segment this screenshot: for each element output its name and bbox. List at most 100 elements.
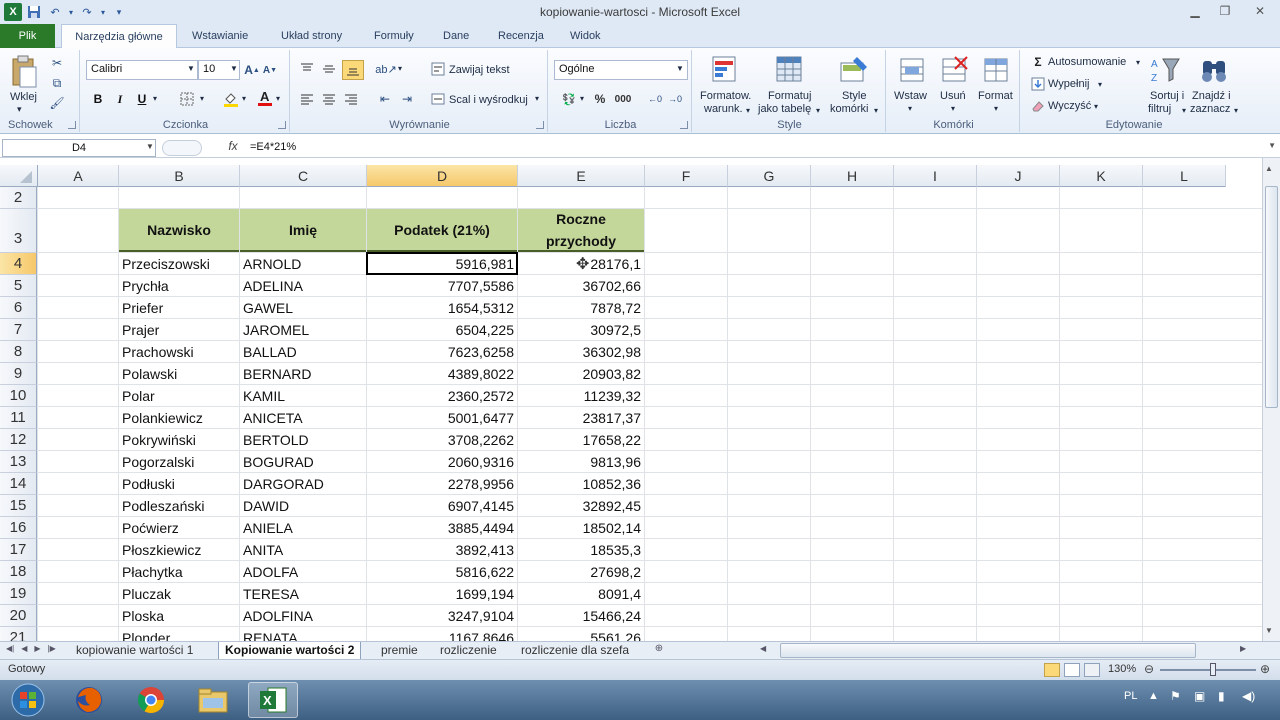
number-format-field[interactable]: Ogólne [554, 60, 688, 80]
cell-e[interactable]: 36702,66 [518, 275, 644, 297]
align-right-icon[interactable] [342, 90, 360, 108]
conditional-formatting-icon[interactable] [710, 54, 742, 86]
cell-c[interactable]: ANIELA [240, 517, 366, 539]
orientation-dropdown-icon[interactable]: ▾ [398, 64, 402, 73]
cell-styles-label-2[interactable]: komórki [830, 103, 869, 115]
cell-d[interactable]: 2278,9956 [367, 473, 517, 495]
cell-b[interactable]: Ploska [119, 605, 239, 627]
cell-b[interactable]: Prajer [119, 319, 239, 341]
vertical-scrollbar[interactable]: ▲ ▼ [1262, 158, 1280, 641]
cell-b[interactable]: Płachytka [119, 561, 239, 583]
thousands-button[interactable]: 000 [612, 90, 634, 108]
cell-d[interactable]: 3892,413 [367, 539, 517, 561]
font-name-dropdown-icon[interactable]: ▼ [187, 64, 195, 73]
tab-data[interactable]: Dane [443, 24, 469, 48]
zoom-slider[interactable] [1160, 669, 1256, 671]
font-launcher-icon[interactable] [278, 121, 286, 129]
conditional-formatting-label-1[interactable]: Formatow. [700, 90, 751, 102]
cell-b[interactable]: Pokrywiński [119, 429, 239, 451]
orientation-icon[interactable]: ab↗ [375, 60, 396, 78]
decrease-decimal-icon[interactable]: →0 [666, 90, 684, 108]
tab-view[interactable]: Widok [570, 24, 601, 48]
first-sheet-icon[interactable]: ◀| [6, 644, 14, 653]
autosum-label[interactable]: Autosumowanie [1048, 56, 1126, 68]
tab-file[interactable]: Plik [0, 24, 55, 48]
cell-c[interactable]: ADOLFA [240, 561, 366, 583]
close-icon[interactable]: ✕ [1240, 0, 1280, 22]
clear-icon[interactable] [1030, 98, 1046, 114]
column-header[interactable]: K [1060, 165, 1143, 187]
cell-e[interactable]: 9813,96 [518, 451, 644, 473]
sheet-tab[interactable]: rozliczenie dla szefa [515, 642, 635, 660]
cell-d[interactable]: 2060,9316 [367, 451, 517, 473]
row-header[interactable]: 7 [0, 319, 37, 341]
wrap-text-label[interactable]: Zawijaj tekst [449, 64, 510, 76]
sort-filter-label-1[interactable]: Sortuj i [1150, 90, 1184, 102]
number-launcher-icon[interactable] [680, 121, 688, 129]
decrease-indent-icon[interactable]: ⇤ [376, 90, 394, 108]
cell-d[interactable]: 3708,2262 [367, 429, 517, 451]
cell-c[interactable]: ANITA [240, 539, 366, 561]
cut-icon[interactable]: ✂ [48, 54, 66, 72]
merge-dropdown-icon[interactable]: ▾ [535, 94, 539, 103]
cell-e[interactable]: 23817,37 [518, 407, 644, 429]
cell-e[interactable]: 11239,32 [518, 385, 644, 407]
cell-e[interactable]: 30972,5 [518, 319, 644, 341]
cell-d[interactable]: 3247,9104 [367, 605, 517, 627]
insert-dropdown-icon[interactable]: ▾ [908, 104, 912, 113]
device-icon[interactable]: ▣ [1194, 689, 1205, 703]
cell-d[interactable]: 1167,8646 [367, 627, 517, 641]
font-color-dropdown-icon[interactable]: ▾ [276, 94, 280, 103]
sheet-tab[interactable]: kopiowanie wartości 1 [70, 642, 199, 660]
cell-b[interactable]: Prachowski [119, 341, 239, 363]
currency-dropdown-icon[interactable]: ▾ [580, 94, 584, 103]
cell-c[interactable]: BOGURAD [240, 451, 366, 473]
sheet-tab[interactable]: rozliczenie [434, 642, 503, 660]
format-cells-icon[interactable] [980, 54, 1012, 86]
shrink-font-icon[interactable]: A ▼ [262, 61, 278, 79]
last-sheet-icon[interactable]: |▶ [48, 644, 56, 653]
font-color-icon[interactable]: A [256, 88, 274, 108]
tray-expand-icon[interactable]: ▲ [1148, 690, 1159, 702]
scroll-down-icon[interactable]: ▼ [1265, 626, 1273, 635]
cell-d[interactable]: 2360,2572 [367, 385, 517, 407]
cell-c[interactable]: GAWEL [240, 297, 366, 319]
borders-dropdown-icon[interactable]: ▾ [200, 94, 204, 103]
cell-b[interactable]: Płoszkiewicz [119, 539, 239, 561]
formula-bar-splitter[interactable] [162, 140, 202, 156]
tab-page-layout[interactable]: Układ strony [281, 24, 342, 48]
cell-styles-dropdown-icon[interactable]: ▾ [874, 106, 878, 115]
row-header[interactable]: 9 [0, 363, 37, 385]
cell-c[interactable]: KAMIL [240, 385, 366, 407]
select-all-button[interactable] [0, 165, 38, 187]
borders-icon[interactable] [178, 90, 196, 108]
row-header[interactable]: 8 [0, 341, 37, 363]
underline-button[interactable]: U [134, 90, 150, 108]
delete-cells-icon[interactable] [938, 54, 970, 86]
cell-c[interactable]: TERESA [240, 583, 366, 605]
cell-b[interactable]: Polawski [119, 363, 239, 385]
delete-cells-label[interactable]: Usuń [940, 90, 966, 102]
zoom-out-icon[interactable]: ⊖ [1144, 662, 1154, 676]
worksheet-grid[interactable]: ABCDEFGHIJKL 2 3 Nazwisko Imię Podatek (21%)… [0, 165, 1262, 641]
number-format-dropdown-icon[interactable]: ▼ [676, 64, 684, 73]
paste-label[interactable]: Wklej [10, 91, 37, 103]
column-header[interactable]: B [119, 165, 240, 187]
zoom-level[interactable]: 130% [1108, 663, 1136, 675]
find-select-dropdown-icon[interactable]: ▾ [1234, 106, 1238, 115]
column-header[interactable]: F [645, 165, 728, 187]
format-painter-icon[interactable]: 🖌 [48, 94, 66, 112]
align-left-icon[interactable] [298, 90, 316, 108]
vertical-scroll-thumb[interactable] [1265, 186, 1278, 408]
cell-d[interactable]: 6504,225 [367, 319, 517, 341]
row-header[interactable]: 5 [0, 275, 37, 297]
explorer-icon[interactable] [188, 682, 238, 718]
cell-b[interactable]: Podłuski [119, 473, 239, 495]
zoom-in-icon[interactable]: ⊕ [1260, 662, 1270, 676]
cell-c[interactable]: JAROMEL [240, 319, 366, 341]
prev-sheet-icon[interactable]: ◀ [21, 644, 27, 653]
page-break-view-icon[interactable] [1084, 663, 1100, 677]
cell-d[interactable]: 5816,622 [367, 561, 517, 583]
scroll-up-icon[interactable]: ▲ [1265, 164, 1273, 173]
cell-e[interactable]: 5561,26 [518, 627, 644, 641]
